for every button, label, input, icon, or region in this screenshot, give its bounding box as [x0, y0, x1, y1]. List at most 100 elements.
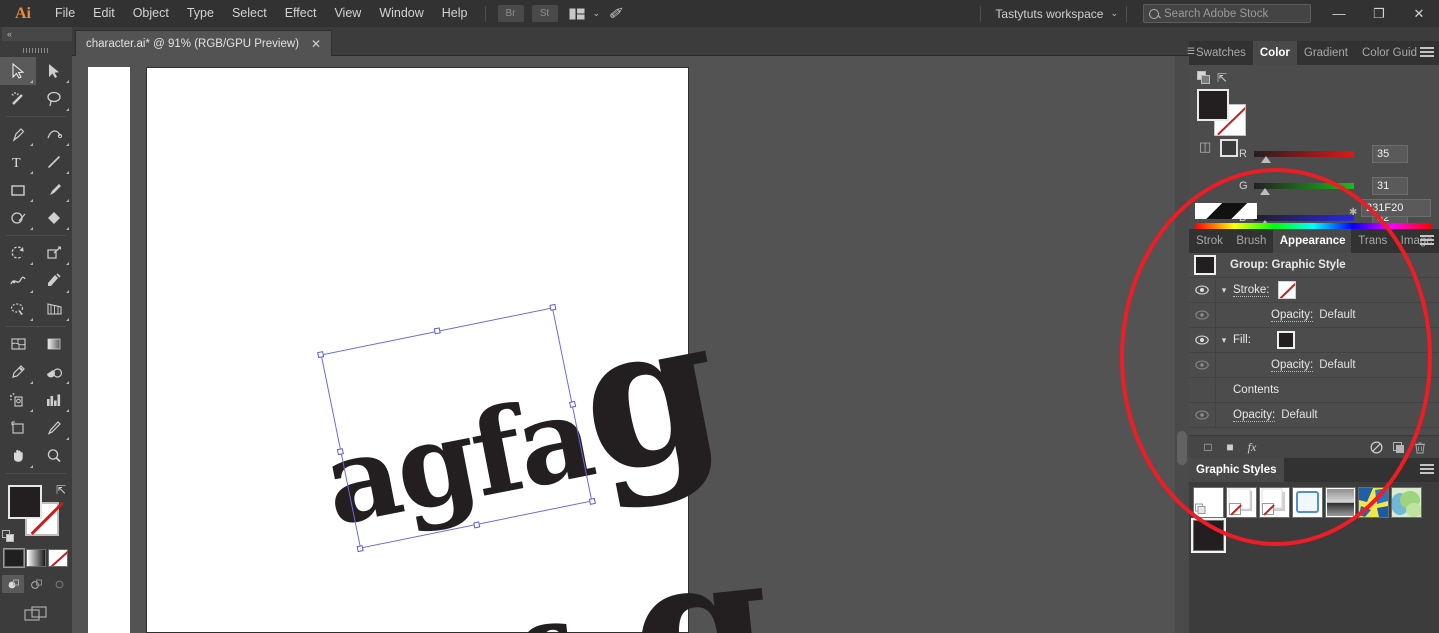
selection-handle-top-left[interactable]	[317, 351, 325, 359]
arrange-documents-icon[interactable]	[566, 5, 588, 22]
free-transform-tool[interactable]	[36, 267, 72, 295]
red-value-input[interactable]: 35	[1372, 145, 1408, 163]
fill-visibility-eye-icon[interactable]	[1189, 335, 1215, 345]
clear-appearance-icon[interactable]	[1365, 440, 1387, 454]
stroke-color-swatch[interactable]	[1278, 281, 1297, 299]
workspace-switcher[interactable]: Tastytuts workspace	[989, 7, 1109, 21]
style-blue-yellow-art[interactable]	[1358, 487, 1389, 518]
stroke-opacity-value[interactable]: Default	[1319, 309, 1355, 321]
green-value-input[interactable]: 31	[1372, 177, 1408, 195]
menu-effect[interactable]: Effect	[276, 0, 326, 27]
add-new-effect-icon[interactable]: fx	[1241, 440, 1263, 455]
appearance-row-group-graphic-style[interactable]: Group: Graphic Style	[1189, 253, 1439, 278]
duplicate-item-icon[interactable]	[1387, 441, 1409, 454]
group-style-thumbnail[interactable]	[1194, 255, 1216, 275]
none-button[interactable]	[48, 549, 68, 567]
add-new-fill-icon[interactable]: ■	[1219, 440, 1241, 454]
width-tool[interactable]	[0, 267, 36, 295]
shape-builder-tool[interactable]	[0, 295, 36, 323]
swap-fill-stroke-icon[interactable]: ⇱	[1217, 71, 1227, 85]
selection-handle-bottom-right[interactable]	[588, 497, 596, 505]
group-opacity-eye-icon[interactable]	[1189, 410, 1215, 420]
registration-swatch[interactable]	[1220, 139, 1238, 157]
selection-handle-bottom-left[interactable]	[356, 545, 364, 553]
style-default[interactable]	[1193, 487, 1224, 518]
restore-button[interactable]: ❐	[1359, 0, 1399, 27]
minimize-button[interactable]: —	[1319, 0, 1359, 27]
document-tab[interactable]: character.ai* @ 91% (RGB/GPU Preview) ✕	[75, 30, 333, 56]
draw-normal-icon[interactable]	[2, 575, 24, 593]
style-drop-shadow-1[interactable]	[1226, 487, 1257, 518]
panel-rail[interactable]	[1175, 56, 1189, 633]
appearance-row-group-opacity[interactable]: Opacity: Default	[1189, 403, 1439, 428]
lasso-tool[interactable]	[36, 85, 72, 113]
toolbar-grip[interactable]	[0, 41, 72, 57]
color-fill-swatch[interactable]	[1197, 89, 1229, 121]
workspace-chevron-down-icon[interactable]: ⌄	[1110, 8, 1118, 19]
gradient-button[interactable]	[26, 549, 46, 567]
fill-opacity-eye-icon[interactable]	[1189, 360, 1215, 370]
rotate-tool[interactable]	[0, 239, 36, 267]
contents-label[interactable]: Contents	[1233, 384, 1279, 396]
menu-edit[interactable]: Edit	[84, 0, 124, 27]
swap-fill-stroke-icon[interactable]: ⇱	[56, 483, 66, 497]
selection-handle-middle-right[interactable]	[569, 400, 577, 408]
green-slider-thumb[interactable]	[1260, 188, 1270, 195]
default-fill-stroke-icon[interactable]	[2, 530, 15, 543]
appearance-row-fill[interactable]: ▾ Fill:	[1189, 328, 1439, 353]
appearance-row-stroke[interactable]: ▾ Stroke:	[1189, 278, 1439, 303]
eraser-tool[interactable]	[36, 204, 72, 232]
menu-view[interactable]: View	[325, 0, 370, 27]
tab-appearance[interactable]: Appearance	[1272, 229, 1352, 253]
fill-chevron-down-icon[interactable]: ▾	[1215, 335, 1233, 346]
tab-transform[interactable]: Trans	[1351, 229, 1393, 253]
adobe-swoosh-icon[interactable]: ✐	[608, 4, 621, 24]
selection-handle-bottom-center[interactable]	[472, 521, 480, 529]
artboard-tool[interactable]	[0, 414, 36, 442]
tab-graphic-styles[interactable]: Graphic Styles	[1189, 458, 1284, 482]
stroke-chevron-down-icon[interactable]: ▾	[1215, 285, 1233, 296]
paintbrush-tool[interactable]	[36, 176, 72, 204]
shaper-tool[interactable]	[0, 204, 36, 232]
color-panel-grip[interactable]: ☰	[1187, 46, 1195, 57]
tab-brushes[interactable]: Brush	[1229, 229, 1272, 253]
direct-selection-tool[interactable]	[36, 57, 72, 85]
eyedropper-tool[interactable]	[0, 358, 36, 386]
collapse-panel-button[interactable]: «	[2, 27, 72, 41]
stroke-opacity-label[interactable]: Opacity:	[1271, 309, 1314, 322]
menu-help[interactable]: Help	[433, 0, 477, 27]
style-blue-rounded[interactable]	[1292, 487, 1323, 518]
tab-swatches[interactable]: Swatches	[1189, 41, 1253, 65]
appearance-row-stroke-opacity[interactable]: Opacity: Default	[1189, 303, 1439, 328]
bridge-icon[interactable]: Br	[497, 5, 524, 22]
selection-tool[interactable]	[0, 57, 36, 85]
none-white-black-swatches[interactable]	[1195, 203, 1257, 219]
hand-tool[interactable]	[0, 442, 36, 470]
menu-type[interactable]: Type	[178, 0, 223, 27]
appearance-row-fill-opacity[interactable]: Opacity: Default	[1189, 353, 1439, 378]
menu-object[interactable]: Object	[124, 0, 178, 27]
delete-item-icon[interactable]	[1409, 441, 1431, 454]
tab-gradient[interactable]: Gradient	[1297, 41, 1355, 65]
fill-opacity-label[interactable]: Opacity:	[1271, 359, 1314, 372]
fill-color-swatch[interactable]	[8, 485, 42, 519]
perspective-grid-tool[interactable]	[36, 295, 72, 323]
selection-handle-middle-left[interactable]	[336, 448, 344, 456]
red-slider-track[interactable]	[1254, 151, 1354, 163]
magic-wand-tool[interactable]	[0, 85, 36, 113]
line-segment-tool[interactable]	[36, 148, 72, 176]
curvature-tool[interactable]	[36, 120, 72, 148]
group-opacity-label[interactable]: Opacity:	[1233, 409, 1276, 422]
symbol-sprayer-tool[interactable]	[0, 386, 36, 414]
draw-inside-icon[interactable]	[48, 575, 70, 593]
slice-tool[interactable]	[36, 414, 72, 442]
selection-handle-top-center[interactable]	[433, 327, 441, 335]
style-drop-shadow-2[interactable]	[1259, 487, 1290, 518]
gradient-tool[interactable]	[36, 330, 72, 358]
mesh-tool[interactable]	[0, 330, 36, 358]
document-canvas[interactable]: agfag agfag	[72, 56, 1175, 633]
red-slider-thumb[interactable]	[1261, 156, 1271, 163]
rectangle-tool[interactable]	[0, 176, 36, 204]
close-document-icon[interactable]: ✕	[311, 37, 321, 51]
draw-behind-icon[interactable]	[25, 575, 47, 593]
